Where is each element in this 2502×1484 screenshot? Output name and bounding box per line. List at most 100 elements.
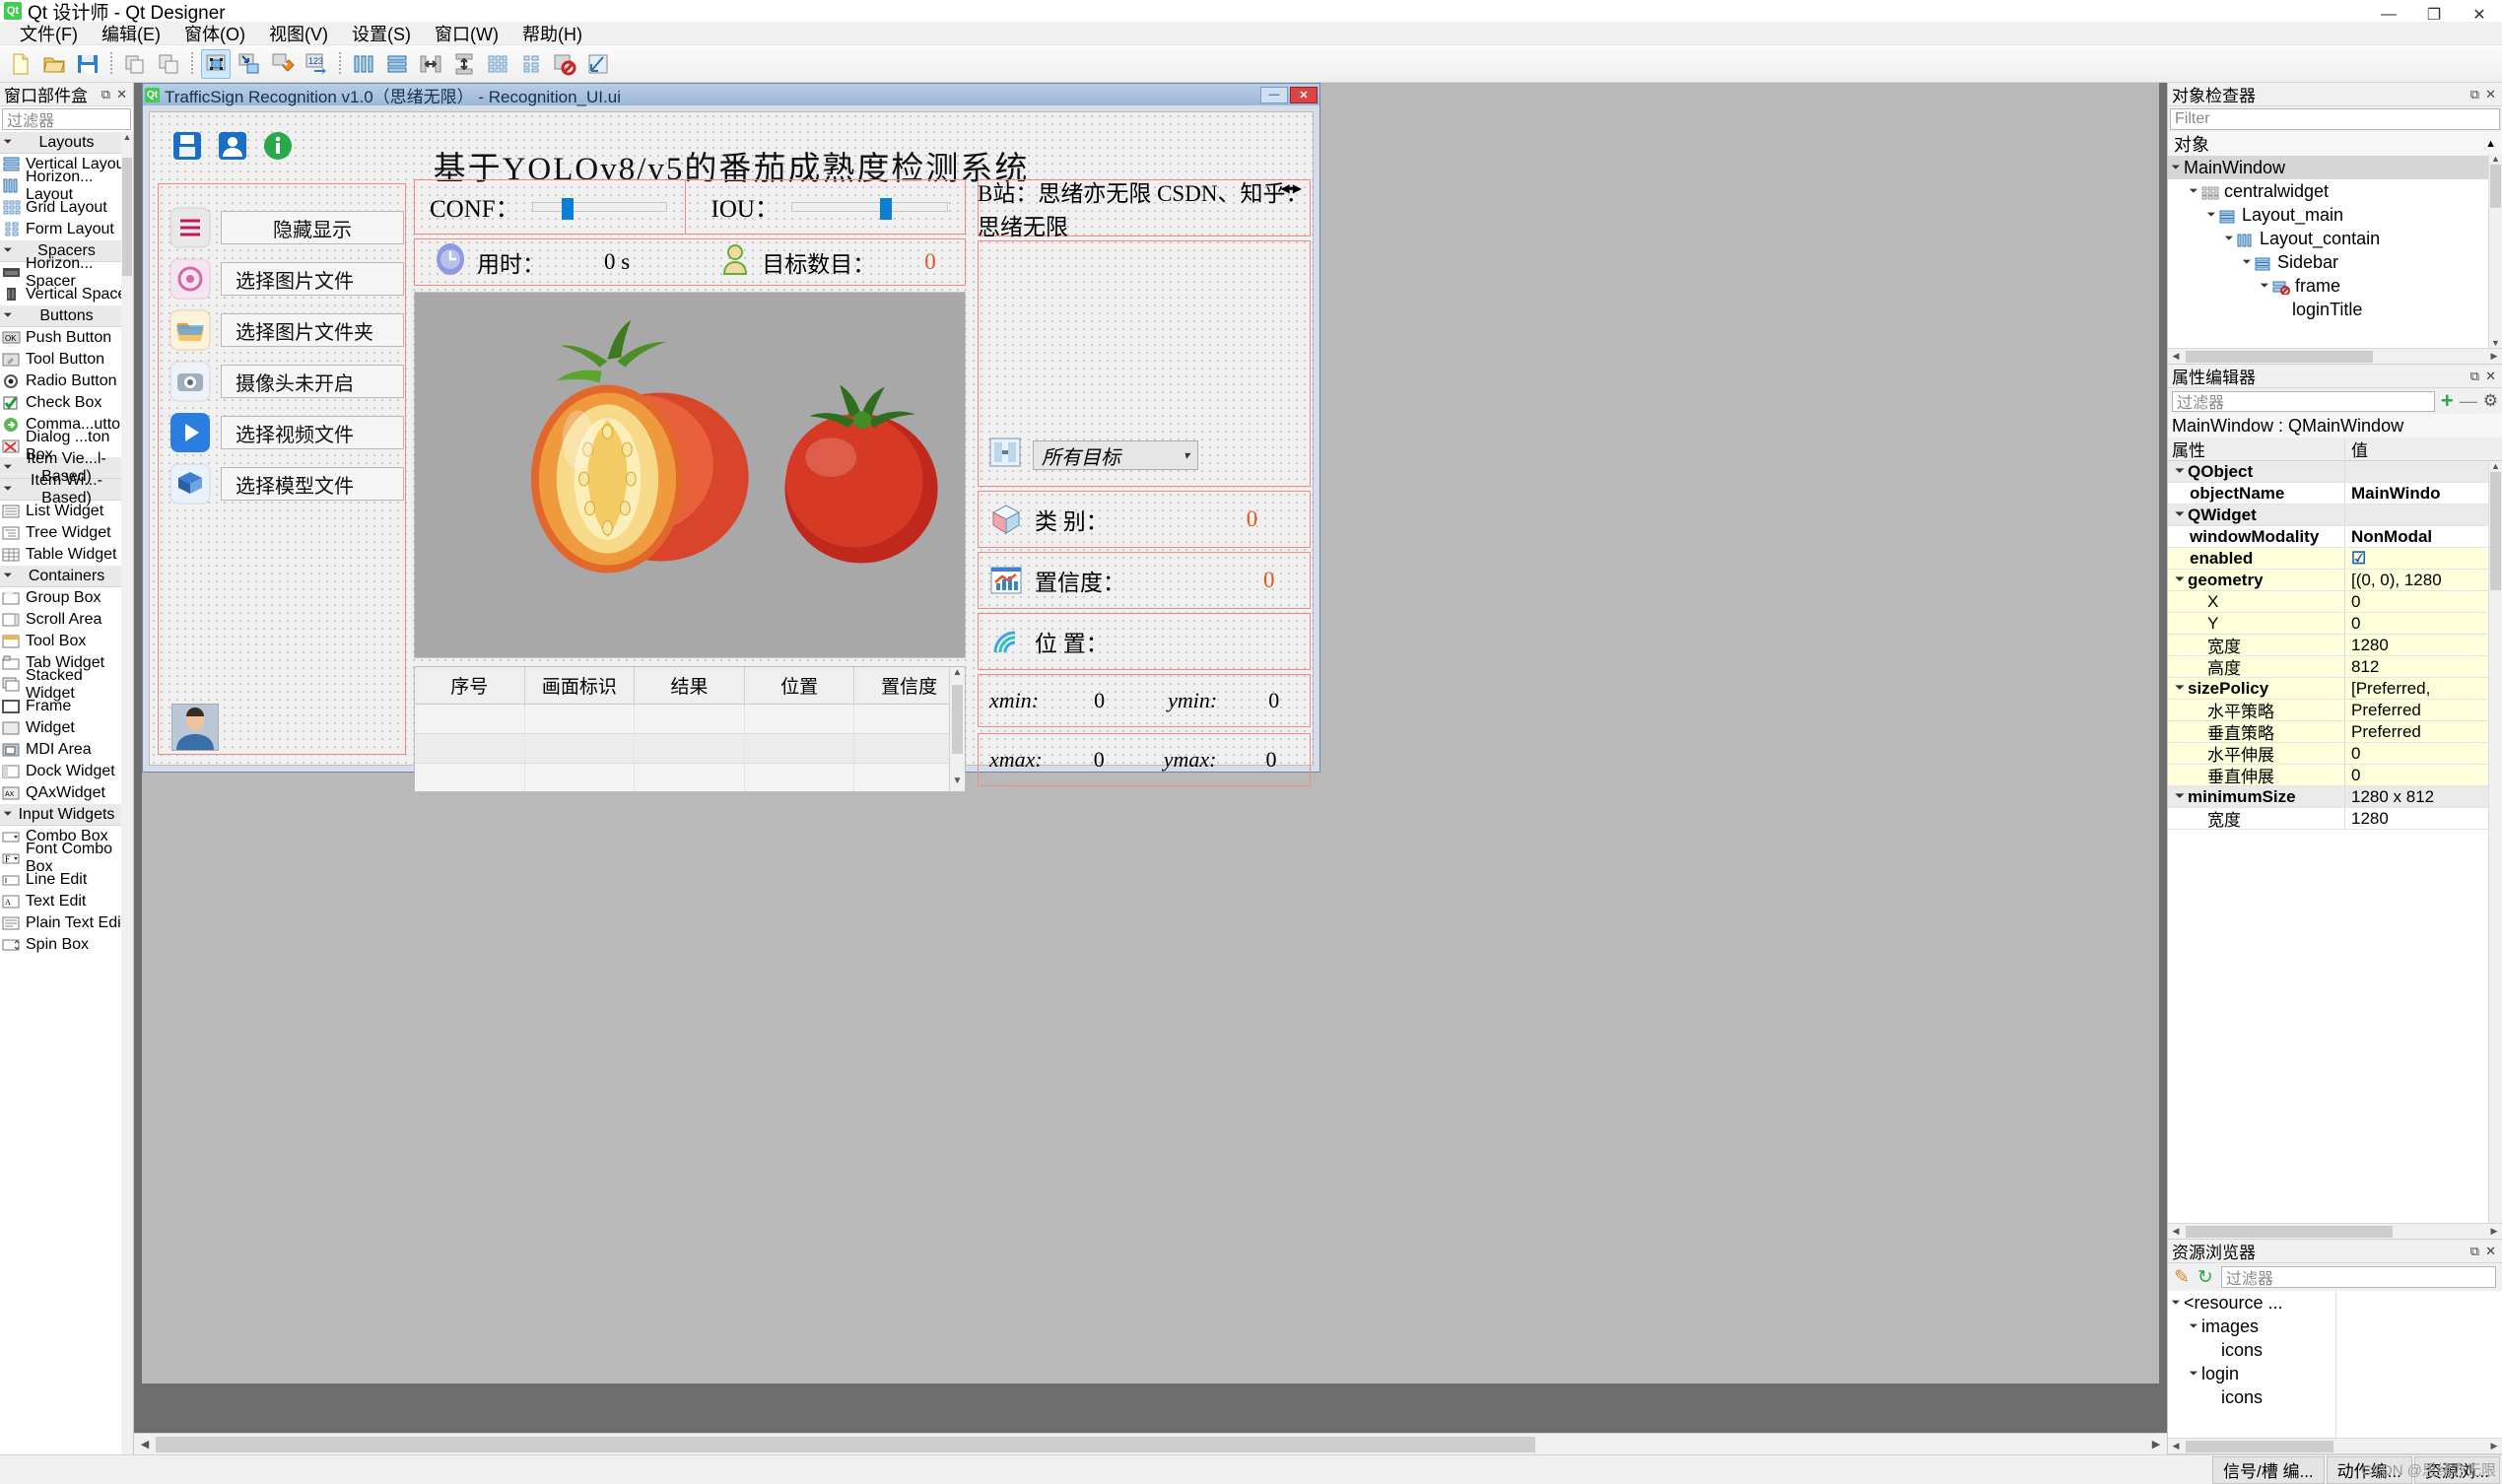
tree-node-mainwindow[interactable]: ⏷ MainWindow xyxy=(2168,156,2502,179)
scroll-down-icon[interactable]: ▼ xyxy=(950,776,965,791)
widget-item-dock-widget[interactable]: Dock Widget xyxy=(0,761,133,782)
user-avatar[interactable] xyxy=(171,704,219,751)
property-row-windowmodality[interactable]: windowModality NonModal xyxy=(2168,526,2502,548)
scrollbar-thumb[interactable] xyxy=(156,1436,1535,1452)
close-icon[interactable]: ✕ xyxy=(2485,1244,2496,1259)
layout-vertically-icon[interactable] xyxy=(382,49,412,79)
select-image-file-button[interactable]: 选择图片文件 xyxy=(221,262,404,296)
scroll-up-icon[interactable]: ▲ xyxy=(2489,154,2502,164)
menu-item-help[interactable]: 帮助(H) xyxy=(510,19,594,48)
panel-nav-arrows[interactable]: ◀▶ xyxy=(1281,181,1305,195)
add-property-ic on[interactable]: + xyxy=(2441,388,2454,414)
tree-node-frame[interactable]: ⏷ frame xyxy=(2168,274,2502,298)
widget-box-filter[interactable]: 过滤器 xyxy=(2,108,131,130)
layout-splitter-v-icon[interactable] xyxy=(449,49,479,79)
close-icon[interactable]: ✕ xyxy=(2485,369,2496,384)
layout-form-icon[interactable] xyxy=(516,49,546,79)
iou-slider[interactable] xyxy=(790,198,948,220)
close-icon[interactable]: ✕ xyxy=(2485,87,2496,102)
tree-node-logintitle[interactable]: loginTitle xyxy=(2168,298,2502,321)
object-tree[interactable]: 对象 ▲ ⏷ MainWindow ⏷ centralwidget ⏷ Layo… xyxy=(2168,132,2502,348)
widget-group-item-widgets[interactable]: ⏷ Item Wi...-Based) xyxy=(0,472,133,506)
scroll-up-icon[interactable]: ▲ xyxy=(950,667,965,683)
property-group-geometry[interactable]: ⏷ geometry [(0, 0), 1280 xyxy=(2168,570,2502,591)
menu-item-window[interactable]: 窗口(W) xyxy=(423,19,510,48)
chevron-down-icon[interactable]: ⏷ xyxy=(2168,162,2184,174)
chevron-down-icon[interactable]: ⏷ xyxy=(2186,1320,2201,1333)
sidebar-row-model-file[interactable]: 选择模型文件 xyxy=(169,463,404,505)
minimize-button[interactable]: — xyxy=(2366,0,2411,30)
property-group-qwidget[interactable]: ⏷ QWidget xyxy=(2168,505,2502,526)
scrollbar-thumb[interactable] xyxy=(2186,1225,2393,1238)
resource-node-images[interactable]: ⏷ images xyxy=(2168,1315,2335,1338)
close-icon[interactable]: ✕ xyxy=(116,87,127,102)
scroll-left-icon[interactable]: ◀ xyxy=(2168,1441,2184,1451)
video-icon[interactable] xyxy=(169,412,211,453)
object-inspector-filter[interactable]: Filter xyxy=(2170,108,2500,130)
widget-item-tree-widget[interactable]: Tree Widget xyxy=(0,522,133,544)
scroll-left-icon[interactable]: ◀ xyxy=(134,1438,156,1450)
scrollbar-thumb[interactable] xyxy=(952,685,963,754)
workspace-horizontal-scrollbar[interactable]: ◀ ▶ xyxy=(134,1433,2167,1454)
reload-icon[interactable]: ↻ xyxy=(2198,1266,2213,1289)
layout-horizontally-icon[interactable] xyxy=(349,49,378,79)
chevron-down-icon[interactable]: ⏷ xyxy=(2186,185,2201,198)
tree-node-layout-contain[interactable]: ⏷ Layout_contain xyxy=(2168,227,2502,250)
resource-tree-hscrollbar[interactable]: ◀ ▶ xyxy=(2168,1438,2502,1453)
edit-signals-slots-icon[interactable] xyxy=(235,49,264,79)
resource-filter-input[interactable]: 过滤器 xyxy=(2220,1266,2496,1288)
resource-preview-pane[interactable] xyxy=(2335,1291,2502,1438)
chevron-down-icon[interactable]: ⏷ xyxy=(2172,465,2188,478)
edit-widgets-icon[interactable] xyxy=(201,48,231,79)
property-value[interactable]: 0 xyxy=(2345,591,2502,612)
widget-item-qax-widget[interactable]: AX QAxWidget xyxy=(0,782,133,804)
scroll-up-icon[interactable]: ▲ xyxy=(2489,461,2502,471)
maximize-button[interactable]: ❐ xyxy=(2411,0,2457,30)
model-icon[interactable] xyxy=(169,463,211,505)
save-form-icon[interactable] xyxy=(73,49,102,79)
status-tab-signals-slots[interactable]: 信号/槽 编... xyxy=(2212,1455,2325,1484)
chevron-left-icon[interactable]: ◀ xyxy=(1281,181,1293,195)
table-row[interactable] xyxy=(415,764,965,791)
chevron-down-icon[interactable]: ⏷ xyxy=(2172,508,2188,521)
float-icon[interactable]: ⧉ xyxy=(2470,1244,2479,1259)
property-group-sizepolicy[interactable]: ⏷ sizePolicy [Preferred, xyxy=(2168,678,2502,700)
configure-property-icon[interactable]: ⚙ xyxy=(2483,391,2498,411)
menu-lines-icon[interactable] xyxy=(169,207,211,248)
menu-item-view[interactable]: 视图(V) xyxy=(257,19,340,48)
form-window-title-bar[interactable]: Qt TrafficSign Recognition v1.0（思绪无限） - … xyxy=(143,84,1319,106)
property-value[interactable]: 1280 xyxy=(2345,808,2502,829)
menu-item-settings[interactable]: 设置(S) xyxy=(340,19,423,48)
float-icon[interactable]: ⧉ xyxy=(2470,369,2479,384)
close-button[interactable]: ✕ xyxy=(2457,0,2502,30)
widget-item-font-combo-box[interactable]: F Font Combo Box xyxy=(0,841,133,875)
chevron-down-icon[interactable]: ⏷ xyxy=(2168,1297,2184,1310)
property-table-hscrollbar[interactable]: ◀ ▶ xyxy=(2168,1223,2502,1239)
property-row-geometry-width[interactable]: 宽度 1280 xyxy=(2168,635,2502,656)
widget-item-horizontal-layout[interactable]: Horizon... Layout xyxy=(0,169,133,203)
property-value[interactable]: MainWindo xyxy=(2345,483,2502,504)
property-row-vstretch[interactable]: 垂直伸展 0 xyxy=(2168,765,2502,786)
toggle-display-button[interactable]: 隐藏显示 xyxy=(221,211,404,244)
select-model-file-button[interactable]: 选择模型文件 xyxy=(221,467,404,501)
chevron-down-icon[interactable]: ⏷ xyxy=(2221,233,2237,245)
chevron-down-icon[interactable]: ⏷ xyxy=(2172,790,2188,803)
chevron-down-icon[interactable]: ⏷ xyxy=(2186,1368,2201,1381)
float-icon[interactable]: ⧉ xyxy=(2470,87,2479,102)
widget-group-buttons[interactable]: ⏷ Buttons xyxy=(0,305,133,327)
property-value[interactable]: 812 xyxy=(2345,656,2502,677)
scrollbar-track[interactable] xyxy=(2184,350,2486,363)
property-value[interactable]: Preferred xyxy=(2345,721,2502,742)
widget-item-tool-box[interactable]: Tool Box xyxy=(0,631,133,652)
form-close-button[interactable]: ✕ xyxy=(1290,86,1318,103)
widget-item-plain-text-edit[interactable]: Plain Text Edit xyxy=(0,912,133,934)
cut-icon[interactable] xyxy=(120,49,150,79)
edit-tab-order-icon[interactable]: 123 xyxy=(302,49,331,79)
results-table-scrollbar[interactable]: ▲ ▼ xyxy=(949,667,965,791)
adjust-size-icon[interactable] xyxy=(583,49,613,79)
widget-item-form-layout[interactable]: Form Layout xyxy=(0,219,133,240)
property-value[interactable]: Preferred xyxy=(2345,700,2502,720)
scroll-down-icon[interactable]: ▼ xyxy=(2489,338,2502,348)
scrollbar-thumb[interactable] xyxy=(2186,1440,2333,1452)
sidebar-row-camera[interactable]: 摄像头未开启 xyxy=(169,361,404,402)
